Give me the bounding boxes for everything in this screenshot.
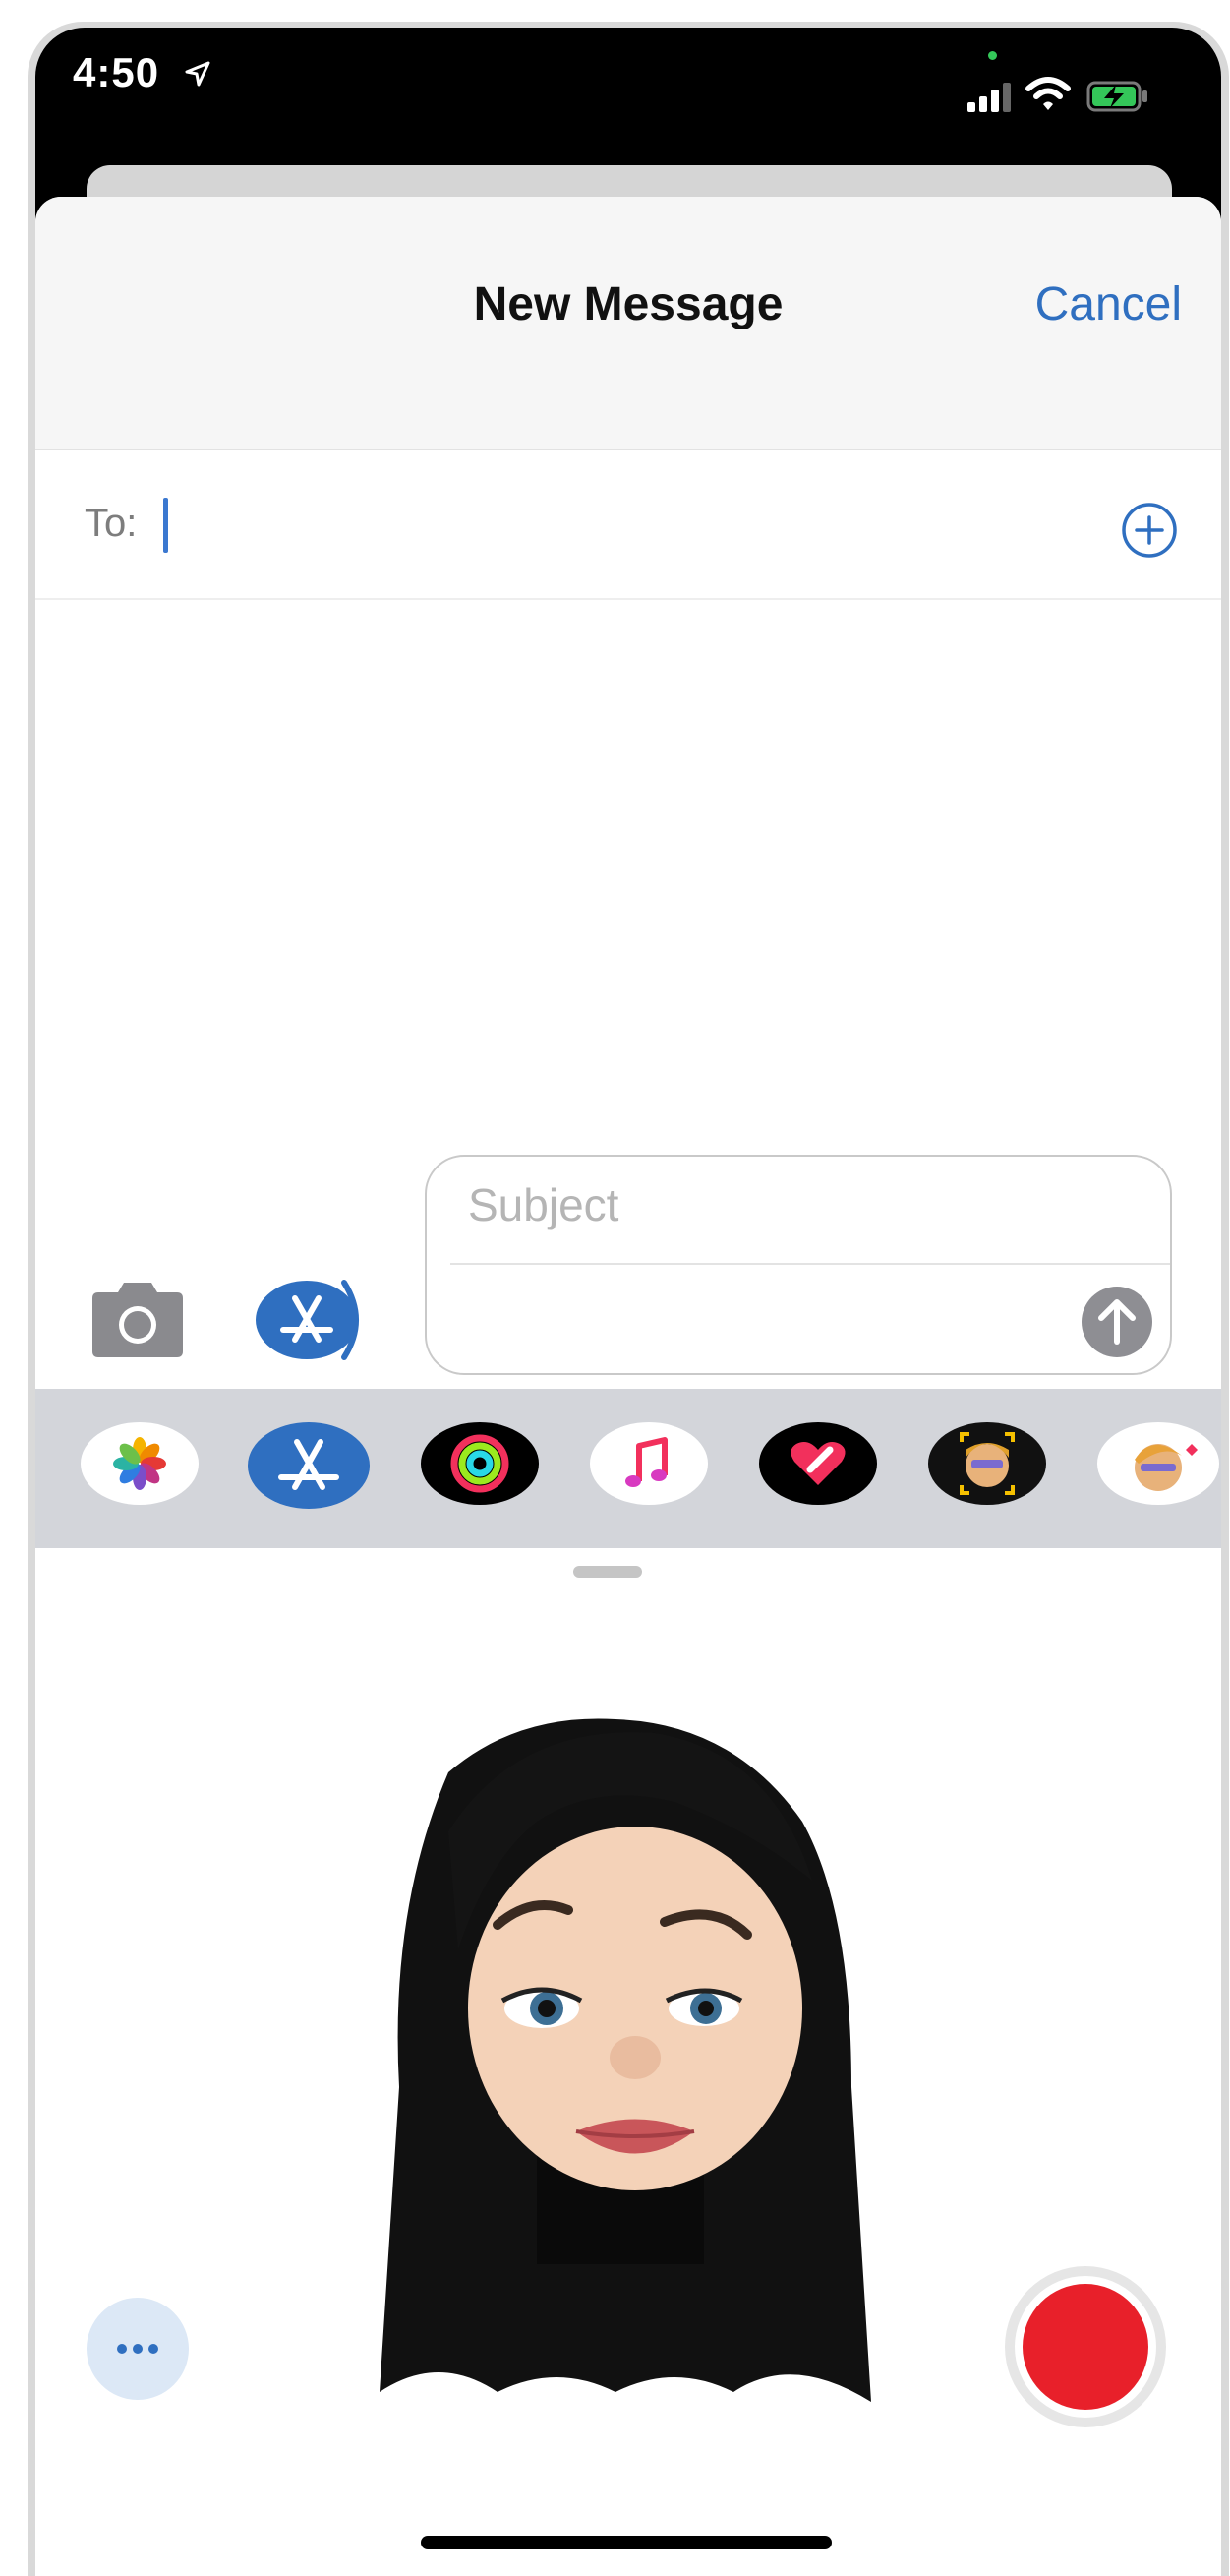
app-store-icon[interactable] bbox=[246, 1420, 372, 1511]
battery-charging-icon bbox=[1086, 81, 1147, 112]
subject-field[interactable]: Subject bbox=[468, 1178, 618, 1231]
music-app-icon[interactable] bbox=[588, 1420, 710, 1507]
photos-app-icon[interactable] bbox=[79, 1420, 201, 1507]
memoji-panel bbox=[35, 1548, 1221, 2576]
navigation-bar: New Message Cancel bbox=[35, 197, 1221, 450]
more-options-button[interactable] bbox=[87, 2298, 189, 2400]
home-indicator[interactable] bbox=[421, 2536, 832, 2549]
new-message-sheet: New Message Cancel To: Subject bbox=[35, 197, 1221, 2576]
camera-in-use-indicator bbox=[988, 51, 997, 60]
animoji-icon[interactable] bbox=[926, 1420, 1048, 1507]
to-label: To: bbox=[85, 502, 138, 545]
cancel-button[interactable]: Cancel bbox=[1035, 277, 1182, 331]
digital-touch-icon[interactable] bbox=[757, 1420, 879, 1507]
memoji-stickers-icon[interactable] bbox=[1093, 1420, 1221, 1507]
recipient-field[interactable]: To: bbox=[35, 450, 1221, 600]
memoji-avatar bbox=[380, 1718, 871, 2402]
status-time: 4:50 bbox=[73, 49, 160, 95]
cellular-signal-icon bbox=[967, 83, 1011, 112]
panel-grabber[interactable] bbox=[573, 1566, 642, 1578]
app-store-apps-icon[interactable] bbox=[250, 1277, 372, 1363]
add-contact-icon[interactable] bbox=[1121, 502, 1178, 559]
send-button[interactable] bbox=[1080, 1285, 1154, 1359]
ellipsis-icon bbox=[117, 2344, 158, 2354]
text-cursor bbox=[163, 498, 168, 553]
message-compose-box[interactable]: Subject bbox=[425, 1155, 1172, 1375]
location-arrow-icon bbox=[185, 61, 210, 87]
activity-rings-icon[interactable] bbox=[419, 1420, 541, 1507]
wifi-icon bbox=[1025, 77, 1071, 110]
camera-icon[interactable] bbox=[87, 1281, 189, 1359]
imessage-app-drawer bbox=[35, 1389, 1221, 1548]
record-button[interactable] bbox=[1001, 2262, 1170, 2431]
compose-divider bbox=[450, 1263, 1170, 1265]
